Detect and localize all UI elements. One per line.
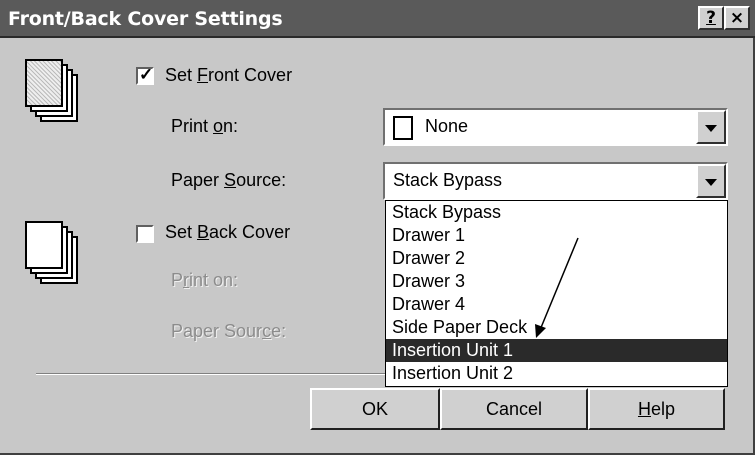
front-print-on-label: Print on:	[171, 116, 239, 136]
ok-button[interactable]: OK	[310, 388, 440, 430]
set-back-cover-checkbox[interactable]	[136, 225, 154, 243]
set-front-cover-checkbox[interactable]: ✓	[136, 65, 154, 85]
paper-source-dropdown-list[interactable]: Stack Bypass Drawer 1 Drawer 2 Drawer 3 Draw…	[385, 200, 728, 387]
dropdown-option[interactable]: Drawer 3	[386, 270, 727, 293]
dropdown-option[interactable]: Stack Bypass	[386, 201, 727, 224]
dropdown-option[interactable]: Drawer 1	[386, 224, 727, 247]
chevron-down-icon[interactable]	[696, 164, 726, 198]
back-paper-source-label: Paper Source:	[171, 321, 287, 341]
dropdown-option[interactable]: Drawer 2	[386, 247, 727, 270]
set-back-cover-label[interactable]: Set Back Cover	[165, 222, 290, 243]
front-paper-source-value: Stack Bypass	[393, 170, 503, 190]
checkmark-icon: ✓	[139, 65, 154, 84]
front-paper-source-label: Paper Source:	[171, 170, 287, 190]
dropdown-option[interactable]: Insertion Unit 2	[386, 362, 727, 385]
chevron-down-icon[interactable]	[696, 110, 726, 144]
context-help-button[interactable]: ?	[698, 6, 724, 30]
front-print-on-select[interactable]: None	[383, 108, 728, 146]
back-cover-icon	[24, 220, 84, 288]
front-paper-source-select[interactable]: Stack Bypass	[383, 162, 728, 200]
back-print-on-label: Print on:	[171, 270, 239, 290]
front-back-cover-dialog: Front/Back Cover Settings ? × ✓ Set Fron…	[0, 0, 755, 455]
cancel-button[interactable]: Cancel	[440, 388, 588, 430]
help-button[interactable]: Help	[588, 388, 725, 430]
dropdown-option[interactable]: Side Paper Deck	[386, 316, 727, 339]
front-cover-icon	[24, 58, 84, 126]
front-print-on-value: None	[425, 116, 469, 136]
blank-page-icon	[393, 116, 413, 140]
close-button[interactable]: ×	[724, 6, 750, 30]
title-bar[interactable]: Front/Back Cover Settings ? ×	[0, 0, 755, 38]
set-front-cover-label[interactable]: Set Front Cover	[165, 65, 292, 86]
dropdown-option[interactable]: Insertion Unit 1	[386, 339, 727, 362]
dialog-title: Front/Back Cover Settings	[8, 8, 283, 30]
dropdown-option[interactable]: Drawer 4	[386, 293, 727, 316]
